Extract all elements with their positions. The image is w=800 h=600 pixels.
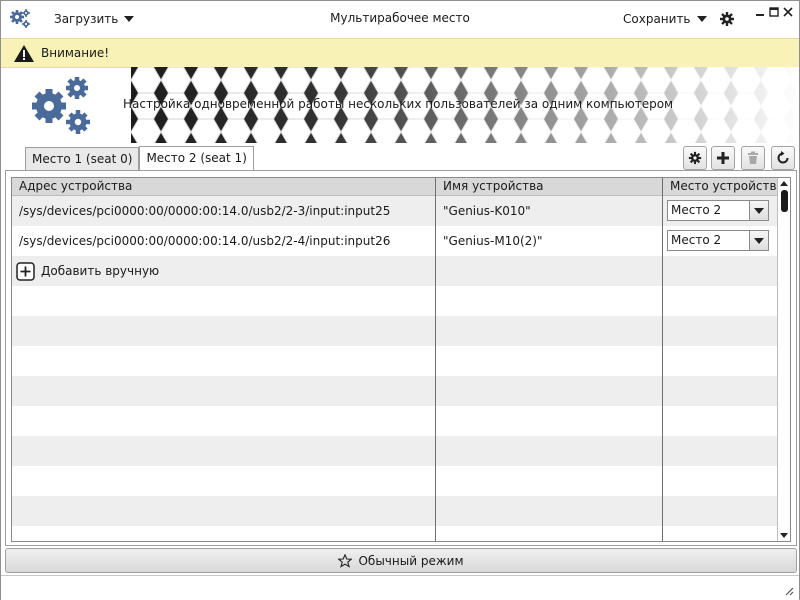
column-divider bbox=[662, 178, 663, 541]
normal-mode-button[interactable]: Обычный режим bbox=[5, 548, 797, 573]
device-name: "Genius-K010" bbox=[443, 204, 531, 218]
scroll-down-icon[interactable] bbox=[780, 533, 788, 538]
seat-select-value: Место 2 bbox=[671, 203, 722, 217]
minimize-icon[interactable] bbox=[755, 7, 765, 17]
gear-icon bbox=[688, 151, 702, 165]
main-window: Загрузить Мультирабочее место Сохранить … bbox=[0, 0, 800, 600]
scroll-thumb[interactable] bbox=[781, 190, 788, 212]
star-icon bbox=[338, 553, 353, 568]
device-address: /sys/devices/pci0000:00/0000:00:14.0/usb… bbox=[19, 204, 391, 218]
refresh-button[interactable] bbox=[771, 146, 795, 170]
chevron-down-icon bbox=[696, 16, 707, 22]
device-table: /sys/devices/pci0000:00/0000:00:14.0/usb… bbox=[11, 177, 791, 542]
trash-icon bbox=[748, 151, 758, 164]
plus-icon bbox=[717, 152, 729, 164]
tab-panel: /sys/devices/pci0000:00/0000:00:14.0/usb… bbox=[5, 170, 797, 546]
device-address: /sys/devices/pci0000:00/0000:00:14.0/usb… bbox=[19, 234, 391, 248]
seat-select[interactable]: Место 2 bbox=[667, 200, 769, 221]
save-menu[interactable]: Сохранить bbox=[623, 11, 707, 27]
column-header-address[interactable]: Адрес устройства bbox=[12, 178, 436, 195]
refresh-icon bbox=[777, 151, 789, 164]
header-banner: Настройка одновременной работы нескольки… bbox=[1, 67, 799, 143]
chevron-down-icon[interactable] bbox=[749, 201, 768, 220]
device-name: "Genius-M10(2)" bbox=[443, 234, 543, 248]
add-box-icon bbox=[16, 261, 35, 281]
title-bar: Загрузить Мультирабочее место Сохранить bbox=[1, 1, 799, 37]
banner-description: Настройка одновременной работы нескольки… bbox=[123, 97, 674, 111]
normal-mode-label: Обычный режим bbox=[358, 553, 464, 568]
scroll-up-icon[interactable] bbox=[780, 181, 788, 186]
close-icon[interactable] bbox=[783, 7, 793, 17]
multiseat-gears-icon bbox=[32, 77, 90, 134]
resize-grip-icon[interactable] bbox=[784, 586, 794, 596]
seat-tabs: Место 1 (seat 0) Место 2 (seat 1) bbox=[25, 146, 254, 171]
gear-icon[interactable] bbox=[719, 11, 735, 27]
column-header-seat[interactable]: Место устройства bbox=[663, 178, 777, 195]
warning-bar: Внимание! bbox=[1, 38, 799, 68]
status-bar bbox=[1, 575, 799, 600]
seat-select[interactable]: Место 2 bbox=[667, 230, 769, 251]
add-manual-label: Добавить вручную bbox=[41, 264, 160, 278]
column-divider bbox=[435, 178, 436, 541]
chevron-down-icon[interactable] bbox=[749, 231, 768, 250]
add-seat-button[interactable] bbox=[711, 146, 735, 170]
tab-seat-1[interactable]: Место 1 (seat 0) bbox=[25, 147, 140, 170]
seat-settings-button[interactable] bbox=[683, 146, 707, 170]
vertical-scrollbar[interactable] bbox=[777, 178, 790, 541]
column-header-name[interactable]: Имя устройства bbox=[436, 178, 663, 195]
seat-select-value: Место 2 bbox=[671, 233, 722, 247]
maximize-icon[interactable] bbox=[769, 7, 779, 17]
add-manual-button[interactable]: Добавить вручную bbox=[12, 256, 435, 286]
save-menu-label: Сохранить bbox=[623, 12, 691, 26]
delete-seat-button[interactable] bbox=[741, 146, 765, 170]
warning-text: Внимание! bbox=[41, 46, 110, 60]
warning-icon bbox=[14, 45, 34, 62]
tab-seat-2[interactable]: Место 2 (seat 1) bbox=[139, 146, 254, 171]
